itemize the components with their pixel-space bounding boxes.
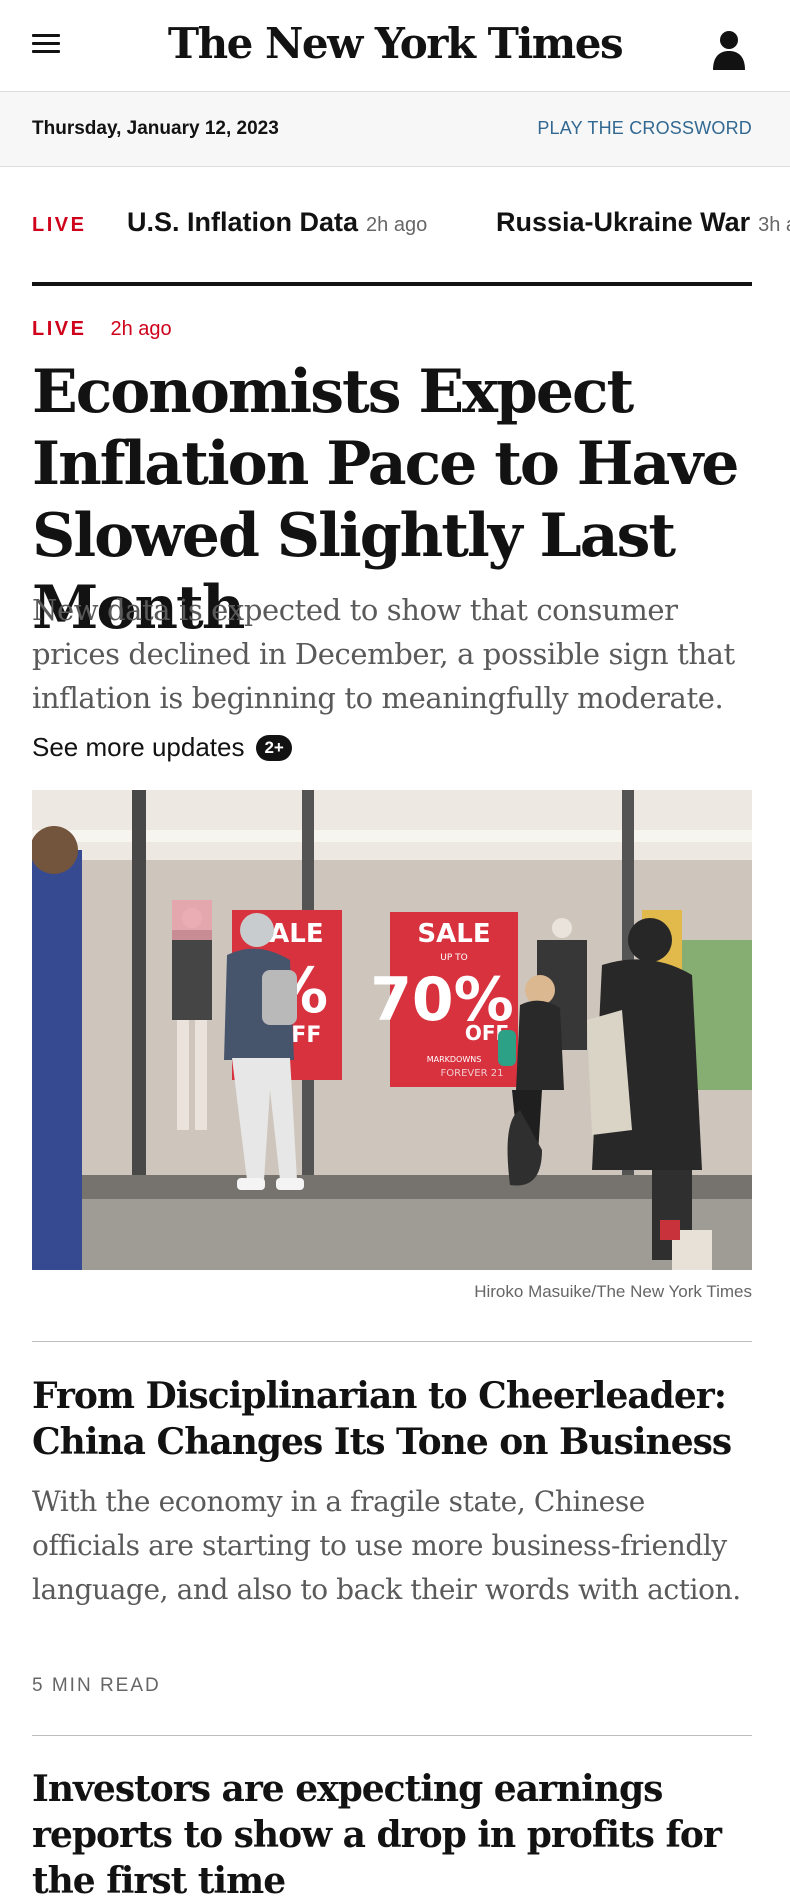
ticker-item-title: Russia-Ukraine War bbox=[496, 207, 751, 237]
story-divider bbox=[32, 1735, 752, 1736]
account-icon[interactable] bbox=[711, 28, 747, 72]
ticker-live-label: LIVE bbox=[32, 214, 87, 236]
photo-credit: Hiroko Masuike/The New York Times bbox=[474, 1282, 752, 1301]
ticker-item-russia-ukraine[interactable]: Russia-Ukraine War 3h ago bbox=[496, 207, 790, 238]
ticker-item-inflation[interactable]: U.S. Inflation Data 2h ago bbox=[127, 207, 427, 238]
see-more-updates-link[interactable]: See more updates 2+ bbox=[32, 732, 292, 763]
lead-story-meta: LIVE 2h ago bbox=[32, 318, 172, 341]
date-bar: Thursday, January 12, 2023 PLAY THE CROS… bbox=[0, 92, 790, 167]
section-divider bbox=[32, 282, 752, 286]
live-label: LIVE bbox=[32, 318, 87, 340]
ticker-item-title: U.S. Inflation Data bbox=[127, 207, 359, 237]
masthead: The New York Times bbox=[0, 0, 790, 92]
story-timestamp: 2h ago bbox=[110, 318, 172, 340]
nyt-logo[interactable]: The New York Times bbox=[0, 14, 790, 74]
story-divider bbox=[32, 1341, 752, 1342]
ticker-item-age: 2h ago bbox=[366, 214, 428, 236]
live-ticker: LIVE U.S. Inflation Data 2h ago Russia-Uk… bbox=[0, 167, 790, 285]
updates-count-badge: 2+ bbox=[256, 735, 292, 761]
ticker-item-age: 3h ago bbox=[758, 214, 790, 236]
see-more-updates-label: See more updates bbox=[32, 732, 245, 762]
read-time: 5 MIN READ bbox=[32, 1675, 161, 1696]
lead-story-photo[interactable]: SALE % OFF SALE UP TO 70% OFF MARKDOWNS … bbox=[32, 790, 752, 1270]
story-headline[interactable]: Investors are expecting earnings reports… bbox=[32, 1766, 772, 1904]
lead-story-summary: New data is expected to show that consum… bbox=[32, 593, 735, 715]
edition-date: Thursday, January 12, 2023 bbox=[32, 118, 279, 139]
play-crossword-link[interactable]: PLAY THE CROSSWORD bbox=[537, 118, 752, 139]
story-summary: With the economy in a fragile state, Chi… bbox=[32, 1485, 741, 1606]
story-headline[interactable]: From Disciplinarian to Cheerleader: Chin… bbox=[32, 1373, 772, 1465]
